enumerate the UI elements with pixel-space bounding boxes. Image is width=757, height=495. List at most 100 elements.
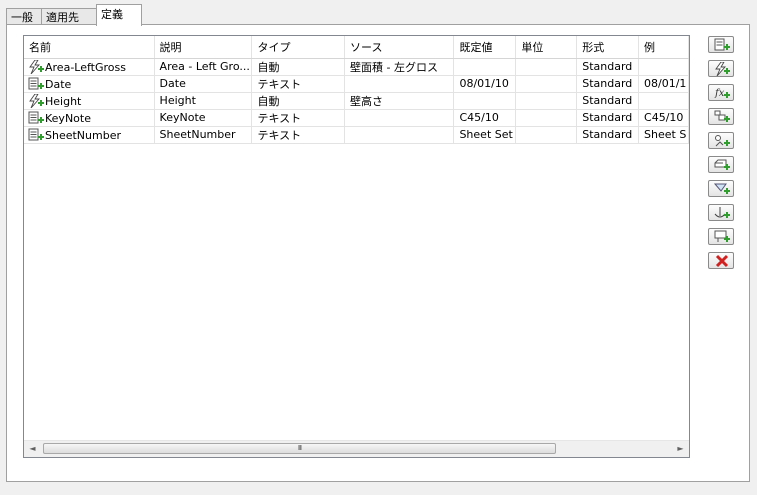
column-header-example[interactable]: 例 [638, 36, 689, 59]
cell-type[interactable]: 自動 [251, 92, 345, 110]
svg-text:fx: fx [714, 88, 725, 99]
cell-text: 壁面積 - 左グロス [350, 60, 438, 74]
cell-text: Standard [582, 60, 633, 73]
cell-default[interactable]: 08/01/10 [453, 75, 517, 93]
cell-default[interactable]: Sheet Set [453, 126, 517, 144]
cell-type[interactable]: テキスト [251, 75, 345, 93]
cell-name[interactable]: Area-LeftGross [24, 58, 155, 76]
cell-units[interactable] [515, 126, 578, 144]
cell-description[interactable]: Date [154, 75, 253, 93]
cell-source[interactable] [344, 109, 455, 127]
cell-example[interactable] [638, 58, 689, 76]
cell-type[interactable]: 自動 [251, 58, 345, 76]
cell-default[interactable] [453, 58, 517, 76]
column-header-source[interactable]: ソース [344, 36, 455, 59]
cell-example[interactable] [638, 92, 689, 110]
add-text-property-button[interactable] [708, 36, 734, 53]
cell-name[interactable]: Date [24, 75, 155, 93]
table-row[interactable]: Date Date テキスト 08/01/10 Standard 08/01/1 [24, 75, 689, 93]
cell-source[interactable]: 壁面積 - 左グロス [344, 58, 455, 76]
cell-format[interactable]: Standard [576, 126, 640, 144]
cell-text: KeyNote [159, 111, 206, 124]
cell-default[interactable] [453, 92, 517, 110]
column-header-type[interactable]: タイプ [251, 36, 345, 59]
cell-text: Sheet S [644, 128, 687, 141]
cell-text: 自動 [257, 60, 280, 74]
column-header-name[interactable]: 名前 [24, 36, 155, 59]
table-row[interactable]: Area-LeftGross Area - Left Gro... 自動 壁面積 - … [24, 58, 689, 76]
cell-source[interactable]: 壁高さ [344, 92, 455, 110]
cell-text: Height [45, 94, 82, 108]
cell-description[interactable]: SheetNumber [154, 126, 253, 144]
cell-example[interactable]: Sheet S [638, 126, 689, 144]
cell-text: C45/10 [644, 111, 684, 124]
table-row[interactable]: Height Height 自動 壁高さ Standard [24, 92, 689, 110]
cell-text: Area-LeftGross [45, 60, 126, 74]
cell-description[interactable]: KeyNote [154, 109, 253, 127]
cell-text: SheetNumber [45, 128, 121, 142]
table-header: 名前 説明 タイプ ソース 既定値 単位 形式 例 [24, 36, 689, 59]
cell-example[interactable]: 08/01/1 [638, 75, 689, 93]
cell-description[interactable]: Area - Left Gro... [154, 58, 253, 76]
add-anchor-property-button[interactable] [708, 204, 734, 221]
cell-text: C45/10 [459, 111, 499, 124]
add-location-property-button[interactable] [708, 108, 734, 125]
cell-units[interactable] [515, 75, 578, 93]
column-header-format[interactable]: 形式 [576, 36, 640, 59]
column-header-description[interactable]: 説明 [154, 36, 253, 59]
cell-format[interactable]: Standard [576, 109, 640, 127]
scroll-right-arrow-icon[interactable]: ► [672, 441, 689, 457]
cell-text: Standard [582, 77, 633, 90]
cell-name[interactable]: SheetNumber [24, 126, 155, 144]
cell-text: テキスト [257, 128, 302, 142]
cell-text: Height [159, 94, 196, 107]
add-classification-property-button[interactable] [708, 132, 734, 149]
cell-text: 08/01/10 [459, 77, 509, 90]
cell-text: テキスト [257, 77, 302, 91]
add-material-property-button[interactable] [708, 156, 734, 173]
cell-name[interactable]: KeyNote [24, 109, 155, 127]
delete-property-button[interactable] [708, 252, 734, 269]
cell-text: KeyNote [45, 111, 91, 125]
cell-format[interactable]: Standard [576, 75, 640, 93]
cell-format[interactable]: Standard [576, 92, 640, 110]
cell-text: 自動 [257, 94, 280, 108]
text-property-icon [28, 128, 44, 142]
cell-text: 08/01/1 [644, 77, 687, 90]
cell-default[interactable]: C45/10 [453, 109, 517, 127]
cell-type[interactable]: テキスト [251, 126, 345, 144]
cell-units[interactable] [515, 92, 578, 110]
property-table: 名前 説明 タイプ ソース 既定値 単位 形式 例 Area-LeftGross… [24, 36, 689, 144]
table-row[interactable]: SheetNumber SheetNumber テキスト Sheet Set Stand… [24, 126, 689, 144]
add-property-set-property-button[interactable] [708, 228, 734, 245]
cell-units[interactable] [515, 58, 578, 76]
auto-property-icon [28, 59, 44, 74]
cell-text: 壁高さ [350, 94, 383, 108]
table-row[interactable]: KeyNote KeyNote テキスト C45/10 Standard C45/10 [24, 109, 689, 127]
cell-source[interactable] [344, 126, 455, 144]
cell-text: Date [45, 77, 72, 91]
cell-text: テキスト [257, 111, 302, 125]
column-header-default[interactable]: 既定値 [453, 36, 517, 59]
add-graphic-property-button[interactable] [708, 180, 734, 197]
tab-definition[interactable]: 定義 [96, 4, 142, 26]
auto-property-icon [28, 93, 44, 108]
add-formula-property-button[interactable]: fx [708, 84, 734, 101]
cell-name[interactable]: Height [24, 92, 155, 110]
horizontal-scrollbar[interactable]: ◄ III ► [24, 440, 689, 457]
cell-text: Area - Left Gro... [159, 60, 250, 73]
property-definition-grid[interactable]: 名前 説明 タイプ ソース 既定値 単位 形式 例 Area-LeftGross… [23, 35, 690, 458]
cell-format[interactable]: Standard [576, 58, 640, 76]
column-header-units[interactable]: 単位 [515, 36, 578, 59]
scrollbar-thumb[interactable]: III [43, 443, 556, 454]
cell-text: Standard [582, 94, 633, 107]
cell-text: Standard [582, 128, 633, 141]
cell-type[interactable]: テキスト [251, 109, 345, 127]
add-auto-property-button[interactable] [708, 60, 734, 77]
cell-description[interactable]: Height [154, 92, 253, 110]
cell-source[interactable] [344, 75, 455, 93]
cell-units[interactable] [515, 109, 578, 127]
text-property-icon [28, 77, 44, 91]
scroll-left-arrow-icon[interactable]: ◄ [24, 441, 41, 457]
cell-example[interactable]: C45/10 [638, 109, 689, 127]
